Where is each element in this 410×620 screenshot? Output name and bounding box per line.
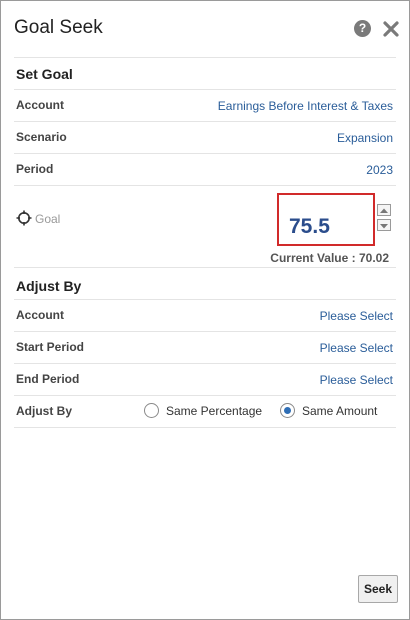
title-bar: Goal Seek ?	[1, 1, 409, 57]
same-percentage-label[interactable]: Same Percentage	[166, 404, 262, 418]
seek-button[interactable]: Seek	[358, 575, 398, 603]
help-icon[interactable]: ?	[354, 20, 371, 37]
goal-seek-dialog: Goal Seek ? Set Goal Account Earnings Be…	[0, 0, 410, 620]
goal-scenario-label: Scenario	[16, 130, 67, 144]
goal-account-label: Account	[16, 98, 64, 112]
adjust-by-heading: Adjust By	[16, 278, 82, 294]
goal-period-label: Period	[16, 162, 54, 176]
divider	[14, 185, 396, 186]
same-percentage-radio[interactable]	[144, 403, 159, 418]
start-period-label: Start Period	[16, 340, 85, 354]
divider	[14, 299, 396, 300]
adjust-account-link[interactable]: Please Select	[320, 309, 393, 323]
current-value: Current Value : 70.02	[270, 251, 389, 265]
goal-account-link[interactable]: Earnings Before Interest & Taxes	[218, 99, 393, 113]
goal-value-input[interactable]	[277, 193, 375, 246]
end-period-link[interactable]: Please Select	[320, 373, 393, 387]
divider	[14, 395, 396, 396]
same-amount-radio[interactable]	[280, 403, 295, 418]
divider	[14, 363, 396, 364]
divider	[14, 153, 396, 154]
adjust-mode-label: Adjust By	[16, 404, 73, 418]
goal-label: Goal	[35, 212, 61, 226]
divider	[14, 267, 396, 268]
divider	[14, 121, 396, 122]
goal-increment-button[interactable]	[377, 204, 391, 216]
goal-scenario-link[interactable]: Expansion	[337, 131, 393, 145]
set-goal-heading: Set Goal	[16, 66, 73, 82]
divider	[14, 331, 396, 332]
divider	[14, 427, 396, 428]
end-period-label: End Period	[16, 372, 80, 386]
goal-period-link[interactable]: 2023	[366, 163, 393, 177]
adjust-account-label: Account	[16, 308, 64, 322]
goal-decrement-button[interactable]	[377, 219, 391, 231]
spin-down-icon	[380, 224, 388, 229]
dialog-title: Goal Seek	[14, 17, 103, 38]
divider	[14, 57, 396, 58]
spin-up-icon	[380, 208, 388, 213]
same-amount-label[interactable]: Same Amount	[302, 404, 377, 418]
divider	[14, 89, 396, 90]
close-icon[interactable]	[381, 19, 401, 39]
start-period-link[interactable]: Please Select	[320, 341, 393, 355]
target-icon	[16, 210, 32, 226]
